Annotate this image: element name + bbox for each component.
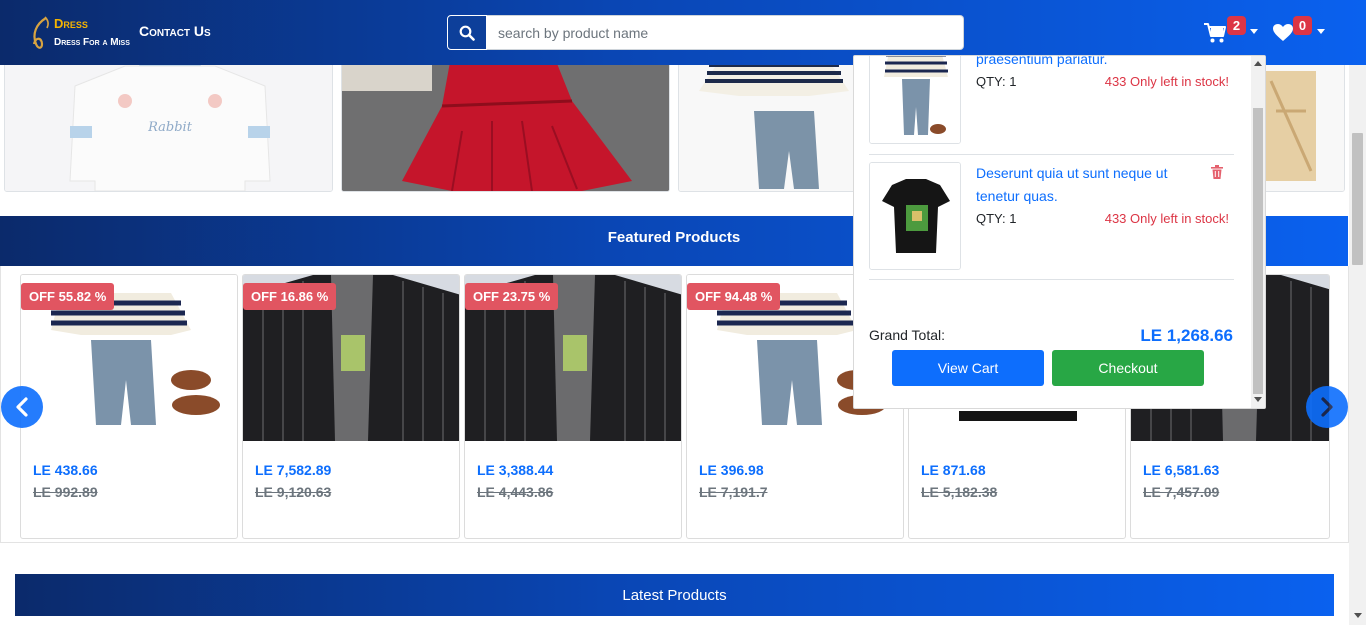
chevron-left-icon	[16, 397, 28, 417]
scroll-down-arrow-icon[interactable]	[1354, 613, 1362, 618]
logo-mark-icon	[32, 16, 49, 49]
product-old-price: LE 4,443.86	[477, 484, 554, 500]
logo-title: Dress	[54, 16, 88, 31]
grand-total-value: LE 1,268.66	[1140, 326, 1233, 345]
kids-outfit-banner-image	[679, 51, 857, 191]
scroll-up-arrow-icon[interactable]	[1254, 61, 1262, 66]
hoodie-image: Rabbit	[5, 51, 332, 191]
search-icon	[459, 25, 475, 41]
product-price: LE 396.98	[699, 462, 764, 478]
cart-caret-icon	[1250, 29, 1258, 34]
search-input[interactable]	[487, 15, 964, 50]
cart-dropdown-scrollbar-thumb[interactable]	[1253, 108, 1263, 394]
discount-badge: OFF 16.86 %	[243, 283, 337, 310]
heart-icon	[1273, 24, 1293, 41]
cart-item-qty: QTY: 1	[976, 211, 1017, 226]
wishlist-caret-icon	[1317, 29, 1325, 34]
cart-dropdown-menu: praesentium pariatur. QTY: 1 433 Only le…	[853, 55, 1266, 409]
scroll-down-arrow-icon[interactable]	[1254, 397, 1262, 402]
cart-dropdown-scrollbar[interactable]	[1251, 56, 1265, 408]
discount-badge: OFF 94.48 %	[687, 283, 781, 310]
cart-item-image[interactable]	[869, 162, 961, 270]
cart-item-divider	[869, 154, 1234, 155]
black-tshirt-thumbnail	[870, 163, 960, 269]
product-card[interactable]: OFF 23.75 % LE 3,388.44 LE 4,443.86	[464, 274, 682, 539]
trash-icon[interactable]	[1211, 165, 1223, 179]
kids-outfit-thumbnail	[870, 56, 960, 143]
view-cart-button[interactable]: View Cart	[892, 350, 1044, 386]
red-dress-image	[342, 51, 669, 191]
product-price: LE 6,581.63	[1143, 462, 1220, 478]
discount-badge: OFF 55.82 %	[21, 283, 115, 310]
wishlist-dropdown-toggle[interactable]: 0	[1271, 16, 1329, 48]
contact-us-link[interactable]: Contact Us	[139, 23, 211, 39]
product-price: LE 438.66	[33, 462, 98, 478]
chevron-right-icon	[1321, 397, 1333, 417]
product-old-price: LE 7,191.7	[699, 484, 768, 500]
grand-total-label: Grand Total:	[869, 327, 946, 343]
page-scrollbar-thumb[interactable]	[1352, 133, 1363, 265]
product-card[interactable]: OFF 55.82 % LE 438.66 LE 992.89	[20, 274, 238, 539]
category-banner-dress[interactable]	[341, 50, 670, 192]
product-old-price: LE 5,182.38	[921, 484, 998, 500]
wishlist-count-badge: 0	[1293, 16, 1312, 35]
discount-badge: OFF 23.75 %	[465, 283, 559, 310]
search-button[interactable]	[447, 15, 487, 50]
cart-item-name[interactable]: praesentium pariatur.	[976, 56, 1206, 71]
product-price: LE 3,388.44	[477, 462, 554, 478]
latest-products-header: Latest Products	[15, 574, 1334, 616]
product-card[interactable]: OFF 16.86 % LE 7,582.89 LE 9,120.63	[242, 274, 460, 539]
category-banner-hoodie[interactable]: Rabbit	[4, 50, 333, 192]
cart-item-stock: 433 Only left in stock!	[1104, 211, 1229, 226]
category-banner-kids[interactable]	[678, 50, 858, 192]
cart-count-badge: 2	[1227, 16, 1246, 35]
cart-item-stock: 433 Only left in stock!	[1104, 74, 1229, 89]
product-old-price: LE 7,457.09	[1143, 484, 1220, 500]
product-old-price: LE 992.89	[33, 484, 98, 500]
cart-item-image[interactable]	[869, 56, 961, 144]
product-old-price: LE 9,120.63	[255, 484, 332, 500]
latest-products-title: Latest Products	[622, 587, 727, 604]
carousel-prev-button[interactable]	[1, 386, 43, 428]
svg-text:Rabbit: Rabbit	[147, 120, 193, 135]
cart-item-divider	[869, 279, 1234, 280]
page-scrollbar[interactable]	[1349, 0, 1366, 625]
cart-icon	[1204, 23, 1226, 43]
cart-item-qty: QTY: 1	[976, 74, 1017, 89]
brand-logo[interactable]: Dress Dress For a Miss	[30, 12, 130, 54]
product-price: LE 7,582.89	[255, 462, 332, 478]
checkout-button[interactable]: Checkout	[1052, 350, 1204, 386]
cart-dropdown-toggle[interactable]: 2	[1203, 16, 1261, 48]
cart-item-name[interactable]: Deserunt quia ut sunt neque ut tenetur q…	[976, 162, 1206, 208]
carousel-next-button[interactable]	[1306, 386, 1348, 428]
logo-subtitle: Dress For a Miss	[54, 37, 130, 48]
search-bar	[447, 15, 964, 50]
product-price: LE 871.68	[921, 462, 986, 478]
